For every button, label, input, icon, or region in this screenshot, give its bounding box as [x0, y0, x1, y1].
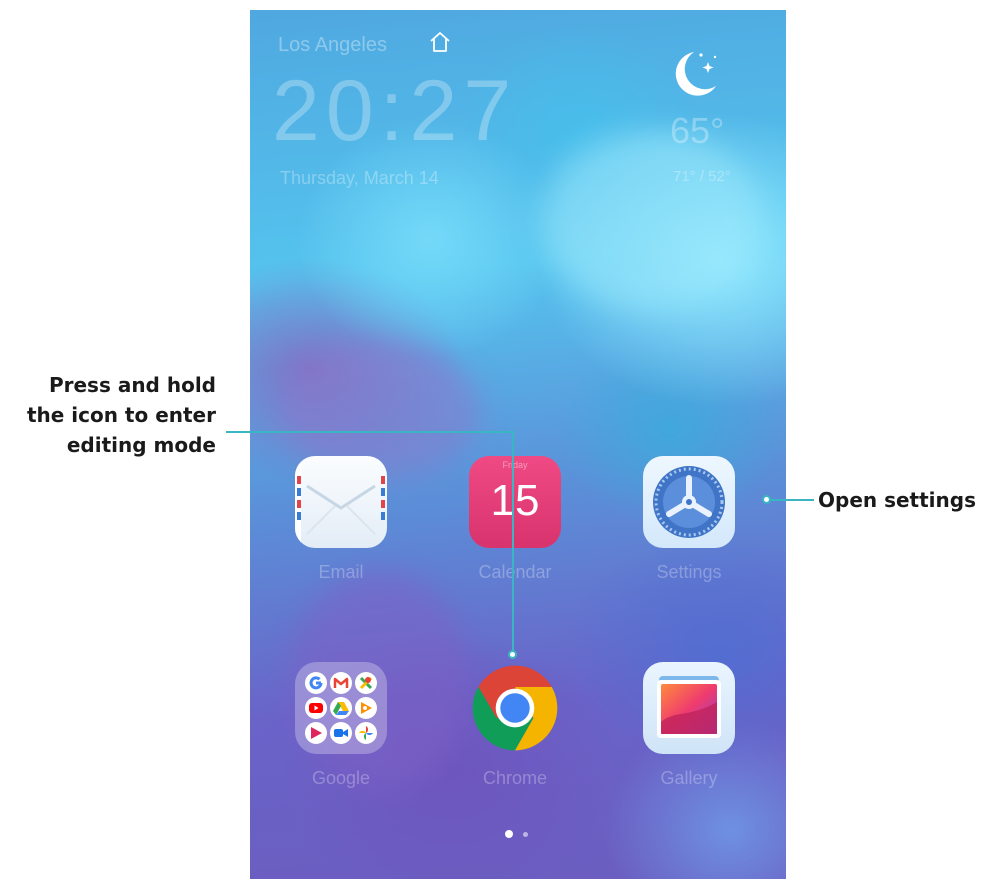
callout-edit-line-2: the icon to enter — [26, 403, 216, 427]
callout-line-edit-horizontal — [226, 431, 514, 433]
chrome-label: Chrome — [482, 768, 548, 788]
moon-icon[interactable] — [664, 46, 722, 102]
chrome-app[interactable]: Chrome — [455, 662, 575, 789]
gmail-icon — [330, 672, 352, 694]
settings-label: Settings — [656, 562, 722, 582]
home-icon[interactable] — [428, 30, 452, 54]
callout-edit-line-1: Press and hold — [48, 373, 216, 397]
callout-pin-chrome — [508, 650, 517, 659]
wallpaper-swirl — [540, 130, 760, 310]
duo-icon — [330, 722, 352, 744]
settings-icon[interactable] — [643, 456, 735, 548]
google-folder-icon[interactable] — [295, 662, 387, 754]
youtube-icon — [305, 697, 327, 719]
page-indicator-dot[interactable] — [523, 832, 528, 837]
weather-temperature: 65° — [670, 110, 725, 151]
google-folder-label: Google — [311, 768, 371, 788]
play-music-icon — [355, 697, 377, 719]
weather-city: Los Angeles — [278, 34, 387, 56]
calendar-day: Friday — [502, 460, 528, 470]
page-indicator-dot-active[interactable] — [505, 830, 513, 838]
photos-icon — [355, 722, 377, 744]
calendar-label: Calendar — [478, 562, 552, 582]
weather-range: 71° / 52° — [673, 168, 731, 185]
settings-app[interactable]: Settings — [629, 456, 749, 583]
callout-line-settings — [766, 499, 814, 501]
play-movies-icon — [305, 722, 327, 744]
email-app[interactable]: Email — [281, 456, 401, 583]
drive-icon — [330, 697, 352, 719]
email-label: Email — [318, 562, 364, 582]
calendar-app[interactable]: Friday 15 Calendar — [455, 456, 575, 583]
callout-edit-mode: Press and hold the icon to enter editing… — [0, 370, 216, 460]
calendar-icon[interactable]: Friday 15 — [469, 456, 561, 548]
gallery-app[interactable]: Gallery — [629, 662, 749, 789]
callout-open-settings: Open settings — [818, 488, 976, 512]
google-folder[interactable]: Google — [281, 662, 401, 789]
callout-pin-settings — [762, 495, 771, 504]
chrome-icon[interactable] — [469, 662, 561, 754]
gallery-label: Gallery — [660, 768, 718, 788]
callout-edit-line-3: editing mode — [66, 433, 216, 457]
clock-time[interactable]: 20:27 — [272, 68, 517, 154]
callout-line-edit-vertical — [512, 431, 514, 655]
home-screen: Los Angeles 20:27 Thursday, March 14 65°… — [250, 10, 786, 879]
google-icon — [305, 672, 327, 694]
gallery-icon[interactable] — [643, 662, 735, 754]
email-icon[interactable] — [295, 456, 387, 548]
calendar-date: 15 — [490, 476, 540, 525]
maps-icon — [355, 672, 377, 694]
clock-date: Thursday, March 14 — [280, 168, 439, 188]
